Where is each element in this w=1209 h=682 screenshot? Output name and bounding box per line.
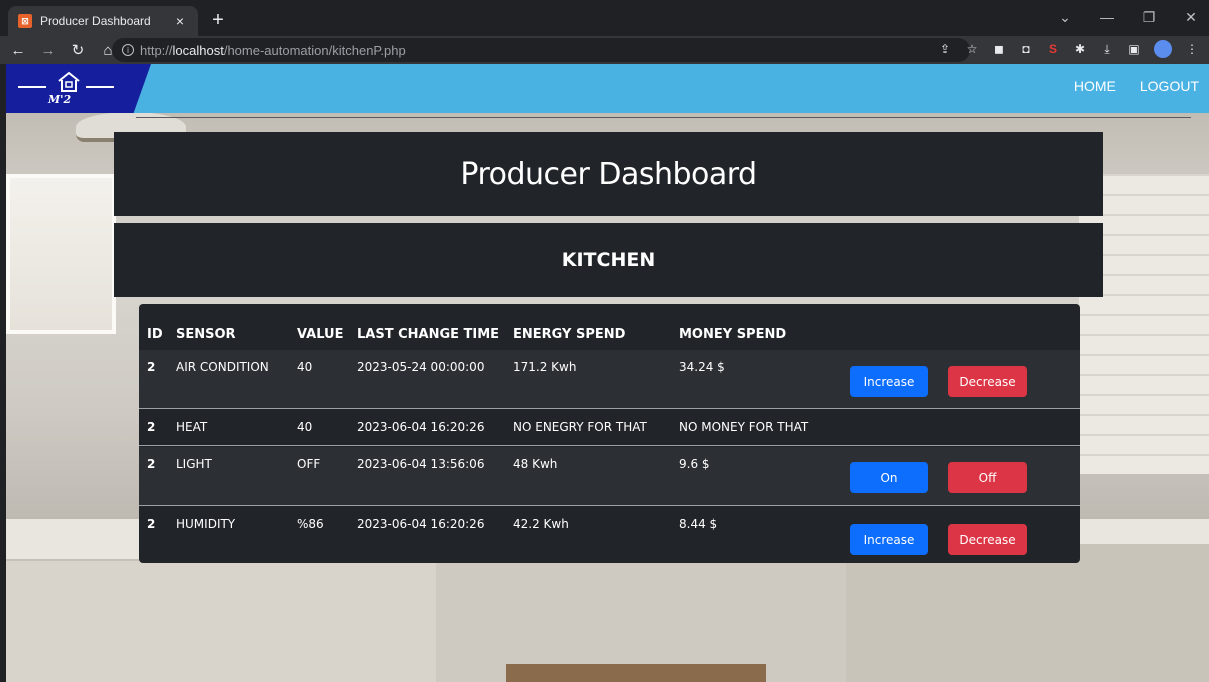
increase-button[interactable]: Increase — [850, 366, 928, 397]
decrease-button[interactable]: Decrease — [948, 524, 1027, 555]
site-info-icon[interactable]: i — [122, 44, 134, 56]
cell-value: 40 — [297, 360, 313, 374]
cell-time: 2023-06-04 16:20:26 — [357, 420, 485, 434]
share-icon[interactable]: ⇪ — [938, 42, 952, 56]
header-sensor: SENSOR — [176, 327, 236, 342]
cell-id: 2 — [147, 360, 156, 374]
extension-a-icon[interactable]: ◼ — [992, 42, 1006, 56]
table-row: 2 AIR CONDITION 40 2023-05-24 00:00:00 1… — [139, 350, 1080, 409]
cell-value: %86 — [297, 517, 324, 531]
cell-sensor: AIR CONDITION — [176, 360, 269, 374]
logo-text: M'2 — [48, 93, 72, 106]
decrease-button[interactable]: Decrease — [948, 366, 1027, 397]
cell-energy: NO ENEGRY FOR THAT — [513, 420, 647, 434]
cell-id: 2 — [147, 457, 156, 471]
tab-close-icon[interactable]: × — [172, 13, 188, 29]
browser-tab[interactable]: ⊠ Producer Dashboard × — [8, 6, 198, 36]
cell-money: NO MONEY FOR THAT — [679, 420, 809, 434]
logo-line — [18, 86, 46, 88]
header-energy-spend: ENERGY SPEND — [513, 327, 626, 342]
room-panel: KITCHEN — [114, 223, 1103, 297]
cell-energy: 48 Kwh — [513, 457, 558, 471]
cell-value: OFF — [297, 457, 321, 471]
back-icon[interactable]: ← — [6, 42, 30, 59]
nav-links: HOME LOGOUT — [1074, 78, 1199, 94]
nav-home-link[interactable]: HOME — [1074, 78, 1116, 94]
site-navbar: M'2 HOME LOGOUT — [6, 64, 1209, 113]
new-tab-button[interactable]: + — [206, 8, 230, 32]
house-icon — [58, 71, 80, 92]
header-money-spend: MONEY SPEND — [679, 327, 787, 342]
header-id: ID — [147, 327, 163, 342]
xampp-favicon-icon: ⊠ — [18, 14, 32, 28]
table-header: ID SENSOR VALUE LAST CHANGE TIME ENERGY … — [139, 304, 1080, 350]
cell-energy: 42.2 Kwh — [513, 517, 569, 531]
minimize-icon[interactable]: — — [1097, 4, 1117, 30]
menu-dots-icon[interactable]: ⋮ — [1185, 42, 1199, 56]
cell-money: 34.24 $ — [679, 360, 725, 374]
on-button[interactable]: On — [850, 462, 928, 493]
url-text: http://localhost/home-automation/kitchen… — [140, 42, 406, 58]
logo-line — [86, 86, 114, 88]
cell-time: 2023-05-24 00:00:00 — [357, 360, 485, 374]
background-floor — [506, 664, 766, 682]
page-title-panel: Producer Dashboard — [114, 132, 1103, 216]
browser-toolbar: ← → ↻ ⌂ i http://localhost/home-automati… — [0, 36, 1209, 64]
table-row: 2 LIGHT OFF 2023-06-04 13:56:06 48 Kwh 9… — [139, 447, 1080, 506]
browser-tab-bar: ⊠ Producer Dashboard × + ⌄ — ❐ ✕ — [0, 0, 1209, 36]
cell-money: 9.6 $ — [679, 457, 710, 471]
extension-icons: ⇪ ☆ ◼ ◘ S ✱ ⤓ ▣ ⋮ — [938, 40, 1199, 58]
page-viewport: M'2 HOME LOGOUT Producer Dashboard KITCH… — [6, 64, 1209, 682]
cell-sensor: LIGHT — [176, 457, 212, 471]
restore-icon[interactable]: ❐ — [1139, 4, 1159, 30]
room-title: KITCHEN — [561, 249, 656, 271]
background-cabinet — [436, 554, 846, 682]
cell-sensor: HUMIDITY — [176, 517, 236, 531]
cell-money: 8.44 $ — [679, 517, 718, 531]
cell-value: 40 — [297, 420, 313, 434]
table-row: 2 HEAT 40 2023-06-04 16:20:26 NO ENEGRY … — [139, 410, 1080, 446]
download-icon[interactable]: ⤓ — [1100, 42, 1114, 56]
background-window — [6, 174, 116, 334]
reload-icon[interactable]: ↻ — [66, 41, 90, 59]
cell-time: 2023-06-04 16:20:26 — [357, 517, 485, 531]
divider — [136, 117, 1191, 118]
cell-energy: 171.2 Kwh — [513, 360, 577, 374]
table-row: 2 HUMIDITY %86 2023-06-04 16:20:26 42.2 … — [139, 507, 1080, 563]
tab-search-icon[interactable]: ⌄ — [1055, 4, 1075, 30]
off-button[interactable]: Off — [948, 462, 1027, 493]
forward-icon[interactable]: → — [36, 42, 60, 59]
cell-id: 2 — [147, 420, 156, 434]
extension-b-icon[interactable]: ◘ — [1019, 42, 1033, 56]
extensions-puzzle-icon[interactable]: ✱ — [1073, 42, 1087, 56]
tab-title: Producer Dashboard — [40, 14, 151, 28]
cell-id: 2 — [147, 517, 156, 531]
header-last-change-time: LAST CHANGE TIME — [357, 327, 500, 342]
cell-sensor: HEAT — [176, 420, 208, 434]
page-title: Producer Dashboard — [460, 156, 757, 192]
window-controls: ⌄ — ❐ ✕ — [1055, 4, 1201, 30]
cell-time: 2023-06-04 13:56:06 — [357, 457, 485, 471]
background-cabinet — [846, 544, 1209, 682]
header-value: VALUE — [297, 327, 344, 342]
extension-s-icon[interactable]: S — [1046, 42, 1060, 56]
bookmark-star-icon[interactable]: ☆ — [965, 42, 979, 56]
increase-button[interactable]: Increase — [850, 524, 928, 555]
site-logo[interactable]: M'2 — [6, 64, 151, 113]
profile-avatar[interactable] — [1154, 40, 1172, 58]
background-tiles — [1079, 174, 1209, 474]
side-panel-icon[interactable]: ▣ — [1127, 42, 1141, 56]
background-cabinet — [6, 559, 436, 682]
sensor-table: ID SENSOR VALUE LAST CHANGE TIME ENERGY … — [139, 304, 1080, 563]
address-bar[interactable]: i http://localhost/home-automation/kitch… — [112, 38, 970, 62]
close-window-icon[interactable]: ✕ — [1181, 4, 1201, 30]
nav-logout-link[interactable]: LOGOUT — [1140, 78, 1199, 94]
